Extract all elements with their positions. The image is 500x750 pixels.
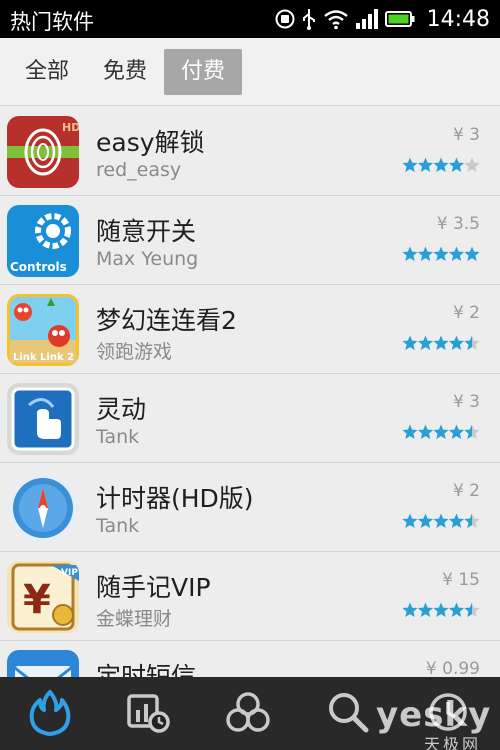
app-developer: Tank bbox=[96, 426, 140, 448]
star-icon bbox=[417, 335, 434, 350]
app-name: 计时器(HD版) bbox=[96, 484, 254, 513]
hot-flame-icon bbox=[28, 688, 72, 740]
svg-text:Link Link 2: Link Link 2 bbox=[13, 352, 74, 363]
tab-paid-label: 付费 bbox=[180, 59, 225, 84]
nav-search-button[interactable] bbox=[318, 685, 378, 743]
star-icon bbox=[402, 246, 418, 261]
compass-timer-icon bbox=[7, 472, 79, 544]
nav-ranking-button[interactable] bbox=[118, 685, 178, 743]
watermark-subtitle: 天极网 bbox=[424, 735, 482, 750]
app-name: 灵动 bbox=[96, 395, 147, 424]
app-developer: red_easy bbox=[96, 159, 182, 181]
app-price: ¥ 2 bbox=[452, 481, 480, 501]
star-icon bbox=[433, 424, 449, 439]
star-icon bbox=[433, 157, 449, 172]
category-tab-bar: 全部 免费 付费 bbox=[0, 38, 500, 106]
app-price: ¥ 3 bbox=[452, 125, 480, 145]
star-icon bbox=[417, 246, 434, 261]
app-name: 随手记VIP bbox=[96, 573, 211, 602]
wifi-icon bbox=[323, 8, 349, 30]
app-developer: 金蝶理财 bbox=[96, 608, 173, 630]
star-icon bbox=[448, 602, 465, 617]
star-icon bbox=[402, 602, 418, 617]
status-icons: 14:48 bbox=[275, 5, 490, 33]
star-icon bbox=[433, 513, 449, 528]
app-name: 定时短信 bbox=[96, 662, 197, 677]
app-row[interactable]: 灵动 Tank ¥ 3 bbox=[0, 374, 500, 463]
nav-hot-button[interactable] bbox=[20, 685, 80, 743]
categories-icon bbox=[225, 690, 271, 738]
app-row[interactable]: Link Link 2 梦幻连连看2 领跑游戏 ¥ 2 bbox=[0, 285, 500, 374]
status-time: 14:48 bbox=[426, 6, 490, 32]
app-price: ¥ 2 bbox=[452, 303, 480, 323]
yesky-watermark: yesky 天极网 bbox=[376, 695, 500, 750]
star-icon bbox=[402, 424, 418, 439]
app-row[interactable]: HD easy解锁 red_easy ¥ 3 bbox=[0, 107, 500, 196]
controls-icon: Controls bbox=[7, 205, 79, 277]
app-row[interactable]: Controls 随意开关 Max Yeung ¥ 3.5 bbox=[0, 196, 500, 285]
app-price: ¥ 3.5 bbox=[436, 214, 480, 234]
app-name: 梦幻连连看2 bbox=[96, 306, 237, 335]
tab-all[interactable]: 全部 bbox=[12, 49, 82, 95]
nav-categories-button[interactable] bbox=[218, 685, 278, 743]
star-icon bbox=[433, 246, 449, 261]
app-row[interactable]: 计时器(HD版) Tank ¥ 2 bbox=[0, 463, 500, 552]
star-icon bbox=[448, 157, 465, 172]
touch-gesture-icon bbox=[7, 383, 79, 455]
star-rating bbox=[402, 513, 480, 529]
star-icon bbox=[417, 602, 434, 617]
star-icon bbox=[448, 513, 465, 528]
star-icon bbox=[402, 335, 418, 350]
star-icon bbox=[433, 602, 449, 617]
ranking-icon bbox=[125, 690, 171, 738]
star-icon bbox=[402, 513, 418, 528]
status-bar: 热门软件 14:48 bbox=[0, 0, 500, 38]
app-name: easy解锁 bbox=[96, 128, 205, 157]
star-icon bbox=[417, 157, 434, 172]
signal-icon bbox=[355, 8, 379, 30]
easy-unlock-icon: HD bbox=[7, 116, 79, 188]
star-icon bbox=[417, 424, 434, 439]
app-name: 随意开关 bbox=[96, 217, 197, 246]
app-row[interactable]: 定时短信 ¥ 0.99 bbox=[0, 641, 500, 677]
svg-text:HD: HD bbox=[62, 121, 79, 134]
mail-envelope-icon bbox=[7, 650, 79, 677]
app-list: HD easy解锁 red_easy ¥ 3 Controls 随意开关 Max… bbox=[0, 107, 500, 677]
app-price: ¥ 15 bbox=[442, 570, 480, 590]
usb-icon bbox=[301, 8, 317, 30]
svg-text:VIP: VIP bbox=[61, 568, 78, 578]
star-icon bbox=[464, 157, 480, 172]
tab-paid[interactable]: 付费 bbox=[164, 49, 242, 95]
star-rating bbox=[402, 602, 480, 618]
star-icon bbox=[433, 335, 449, 350]
yuan-notebook-icon: ¥ VIP bbox=[7, 561, 79, 633]
watermark-logo: yesky bbox=[376, 695, 492, 735]
app-developer: 领跑游戏 bbox=[96, 341, 173, 363]
star-icon bbox=[402, 157, 418, 172]
tab-all-label: 全部 bbox=[24, 59, 69, 84]
app-developer: Tank bbox=[96, 515, 140, 537]
star-rating bbox=[402, 157, 480, 173]
svg-text:¥: ¥ bbox=[23, 577, 51, 623]
star-rating bbox=[402, 246, 480, 262]
star-icon bbox=[417, 513, 434, 528]
app-price: ¥ 3 bbox=[452, 392, 480, 412]
tab-free[interactable]: 免费 bbox=[90, 49, 160, 95]
status-bar-title: 热门软件 bbox=[10, 10, 94, 34]
star-icon bbox=[464, 246, 480, 261]
notification-icon bbox=[275, 9, 295, 29]
battery-icon bbox=[384, 10, 415, 28]
star-icon bbox=[448, 424, 465, 439]
app-row[interactable]: ¥ VIP 随手记VIP 金蝶理财 ¥ 15 bbox=[0, 552, 500, 641]
svg-text:Controls: Controls bbox=[10, 260, 67, 274]
tab-free-label: 免费 bbox=[102, 59, 147, 84]
star-rating bbox=[402, 335, 480, 351]
app-price: ¥ 0.99 bbox=[425, 659, 480, 677]
link-link-game-icon: Link Link 2 bbox=[7, 294, 79, 366]
star-rating bbox=[402, 424, 480, 440]
app-developer: Max Yeung bbox=[96, 248, 199, 270]
star-icon bbox=[448, 246, 465, 261]
star-icon bbox=[448, 335, 465, 350]
search-icon bbox=[326, 690, 370, 738]
